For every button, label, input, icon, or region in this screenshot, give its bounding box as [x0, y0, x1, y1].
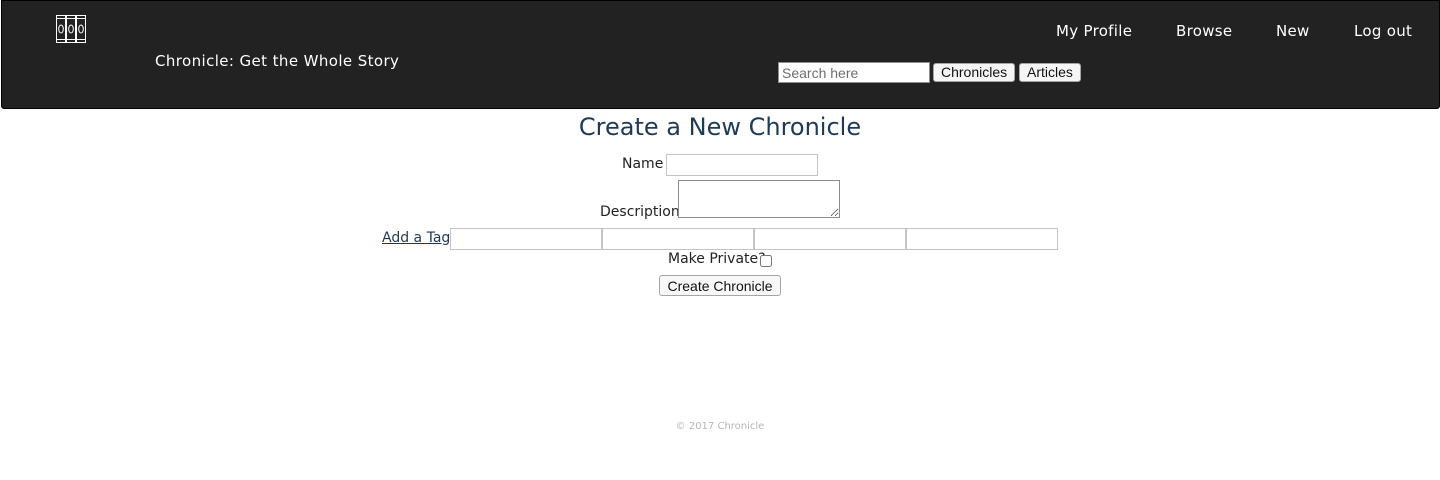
site-tagline: Chronicle: Get the Whole Story	[155, 52, 400, 70]
add-tag-link[interactable]: Add a Tag	[382, 230, 450, 246]
description-label: Description	[600, 204, 680, 220]
tag-input-1[interactable]	[450, 228, 602, 250]
nav-log-out[interactable]: Log out	[1354, 22, 1412, 40]
tag-input-4[interactable]	[906, 228, 1058, 250]
search-chronicles-button[interactable]: Chronicles	[933, 63, 1016, 82]
tag-input-3[interactable]	[754, 228, 906, 250]
make-private-label: Make Private?	[668, 251, 766, 267]
name-field[interactable]	[666, 154, 818, 176]
description-field[interactable]	[678, 180, 840, 218]
name-label: Name	[622, 156, 664, 172]
nav-my-profile[interactable]: My Profile	[1056, 22, 1132, 40]
footer-copyright: © 2017 Chronicle	[675, 421, 765, 432]
search-input[interactable]	[778, 62, 930, 83]
bookshelf-icon[interactable]	[54, 13, 88, 45]
page-title: Create a New Chronicle	[578, 113, 862, 141]
create-chronicle-button[interactable]: Create Chronicle	[659, 275, 781, 296]
tag-input-2[interactable]	[602, 228, 754, 250]
nav-new[interactable]: New	[1276, 22, 1310, 40]
nav-browse[interactable]: Browse	[1176, 22, 1232, 40]
make-private-checkbox[interactable]	[760, 255, 772, 267]
search-articles-button[interactable]: Articles	[1019, 63, 1081, 82]
top-header: Chronicle: Get the Whole Story My Profil…	[1, 0, 1440, 109]
